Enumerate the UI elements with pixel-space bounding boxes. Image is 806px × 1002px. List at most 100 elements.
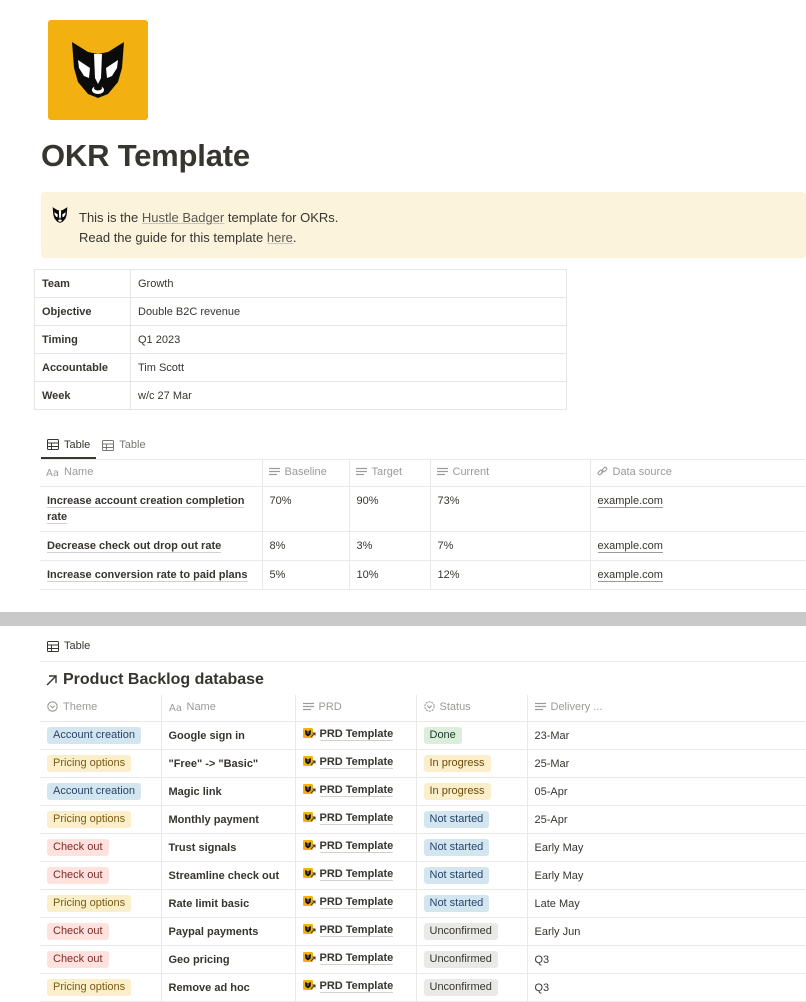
table-row[interactable]: Account creation Magic link PRD Template In… bbox=[40, 777, 806, 806]
page-title[interactable]: OKR Template bbox=[41, 138, 250, 174]
status-cell[interactable]: Unconfirmed bbox=[416, 917, 528, 946]
status-cell[interactable]: Not started bbox=[416, 861, 528, 890]
table-row[interactable]: Check out Geo pricing PRD Template Unconfir… bbox=[40, 945, 806, 974]
column-header[interactable]: Data source bbox=[590, 459, 806, 487]
prd-cell[interactable]: PRD Template bbox=[295, 777, 417, 806]
table-row[interactable]: Check out Paypal payments PRD Template Unco… bbox=[40, 917, 806, 946]
prd-cell[interactable]: PRD Template bbox=[295, 889, 417, 918]
property-value[interactable]: Double B2C revenue bbox=[130, 297, 567, 326]
table-row[interactable]: Account creation Google sign in PRD Templa… bbox=[40, 721, 806, 750]
column-header[interactable]: Target bbox=[349, 459, 431, 487]
table-row[interactable]: Decrease check out drop out rate 8% 3% 7% ex… bbox=[40, 531, 806, 561]
prd-cell[interactable]: PRD Template bbox=[295, 917, 417, 946]
property-value[interactable]: Q1 2023 bbox=[130, 325, 567, 354]
feature-name-cell[interactable]: Trust signals bbox=[161, 833, 296, 862]
status-cell[interactable]: Not started bbox=[416, 889, 528, 918]
theme-cell[interactable]: Check out bbox=[40, 917, 162, 946]
column-header[interactable]: Delivery ... bbox=[527, 695, 806, 722]
delivery-cell[interactable]: 05-Apr bbox=[527, 777, 806, 806]
key-result-name-cell[interactable]: Increase account creation completion rat… bbox=[40, 486, 263, 532]
feature-name-cell[interactable]: Google sign in bbox=[161, 721, 296, 750]
theme-cell[interactable]: Check out bbox=[40, 861, 162, 890]
data-source-cell[interactable]: example.com bbox=[590, 560, 806, 590]
backlog-view-tab[interactable]: Table bbox=[47, 636, 90, 656]
theme-cell[interactable]: Pricing options bbox=[40, 889, 162, 918]
data-source-cell[interactable]: example.com bbox=[590, 486, 806, 532]
table-row[interactable]: Pricing options Monthly payment PRD Templa… bbox=[40, 805, 806, 834]
feature-name-cell[interactable]: Geo pricing bbox=[161, 945, 296, 974]
column-header[interactable]: PRD bbox=[295, 695, 417, 722]
table-row[interactable]: Pricing options Remove ad hoc PRD Template… bbox=[40, 973, 806, 1002]
delivery-cell[interactable]: 23-Mar bbox=[527, 721, 806, 750]
data-source-link[interactable]: example.com bbox=[597, 540, 663, 553]
theme-cell[interactable]: Pricing options bbox=[40, 805, 162, 834]
prd-cell[interactable]: PRD Template bbox=[295, 721, 417, 750]
status-cell[interactable]: Not started bbox=[416, 805, 528, 834]
table-row[interactable]: Pricing options Rate limit basic PRD Templ… bbox=[40, 889, 806, 918]
delivery-cell[interactable]: 25-Mar bbox=[527, 749, 806, 778]
prd-link[interactable]: PRD Template bbox=[302, 839, 394, 853]
status-cell[interactable]: In progress bbox=[416, 749, 528, 778]
delivery-cell[interactable]: Q3 bbox=[527, 945, 806, 974]
column-header[interactable]: Status bbox=[416, 695, 528, 722]
key-result-name-cell[interactable]: Increase conversion rate to paid plans bbox=[40, 560, 263, 590]
feature-name-cell[interactable]: "Free" -> "Basic" bbox=[161, 749, 296, 778]
table-row[interactable]: Check out Streamline check out PRD Templat… bbox=[40, 861, 806, 890]
table-row[interactable]: Check out Trust signals PRD Template Not st… bbox=[40, 833, 806, 862]
key-result-name-cell[interactable]: Decrease check out drop out rate bbox=[40, 531, 263, 561]
target-cell[interactable]: 90% bbox=[349, 486, 431, 532]
property-value[interactable]: Tim Scott bbox=[130, 353, 567, 382]
backlog-database-title[interactable]: Product Backlog database bbox=[45, 671, 264, 689]
prd-cell[interactable]: PRD Template bbox=[295, 805, 417, 834]
feature-name-cell[interactable]: Monthly payment bbox=[161, 805, 296, 834]
theme-cell[interactable]: Account creation bbox=[40, 777, 162, 806]
prd-cell[interactable]: PRD Template bbox=[295, 861, 417, 890]
feature-name-cell[interactable]: Streamline check out bbox=[161, 861, 296, 890]
prd-link[interactable]: PRD Template bbox=[302, 979, 394, 993]
feature-name-cell[interactable]: Magic link bbox=[161, 777, 296, 806]
baseline-cell[interactable]: 5% bbox=[262, 560, 350, 590]
prd-link[interactable]: PRD Template bbox=[302, 951, 394, 965]
delivery-cell[interactable]: Early May bbox=[527, 833, 806, 862]
target-cell[interactable]: 3% bbox=[349, 531, 431, 561]
prd-link[interactable]: PRD Template bbox=[302, 923, 394, 937]
prd-link[interactable]: PRD Template bbox=[302, 895, 394, 909]
column-header[interactable]: Baseline bbox=[262, 459, 350, 487]
property-value[interactable]: Growth bbox=[130, 269, 567, 298]
current-cell[interactable]: 7% bbox=[430, 531, 591, 561]
prd-cell[interactable]: PRD Template bbox=[295, 833, 417, 862]
status-cell[interactable]: Done bbox=[416, 721, 528, 750]
theme-cell[interactable]: Account creation bbox=[40, 721, 162, 750]
target-cell[interactable]: 10% bbox=[349, 560, 431, 590]
column-header[interactable]: Theme bbox=[40, 695, 162, 722]
theme-cell[interactable]: Check out bbox=[40, 833, 162, 862]
view-tab-table-2[interactable]: Table bbox=[96, 432, 151, 458]
table-row[interactable]: Increase conversion rate to paid plans 5%… bbox=[40, 560, 806, 590]
prd-link[interactable]: PRD Template bbox=[302, 867, 394, 881]
prd-link[interactable]: PRD Template bbox=[302, 755, 394, 769]
page-icon-tile[interactable] bbox=[48, 20, 148, 120]
prd-cell[interactable]: PRD Template bbox=[295, 973, 417, 1002]
property-value[interactable]: w/c 27 Mar bbox=[130, 381, 567, 410]
feature-name-cell[interactable]: Paypal payments bbox=[161, 917, 296, 946]
column-header[interactable]: Current bbox=[430, 459, 591, 487]
status-cell[interactable]: In progress bbox=[416, 777, 528, 806]
feature-name-cell[interactable]: Rate limit basic bbox=[161, 889, 296, 918]
prd-link[interactable]: PRD Template bbox=[302, 783, 394, 797]
status-cell[interactable]: Unconfirmed bbox=[416, 945, 528, 974]
prd-cell[interactable]: PRD Template bbox=[295, 945, 417, 974]
column-header[interactable]: Aa Name bbox=[40, 459, 263, 487]
data-source-link[interactable]: example.com bbox=[597, 569, 663, 582]
guide-here-link[interactable]: here bbox=[267, 230, 293, 245]
view-tab-table-1[interactable]: Table bbox=[41, 432, 97, 459]
current-cell[interactable]: 73% bbox=[430, 486, 591, 532]
table-row[interactable]: Increase account creation completion rat… bbox=[40, 486, 806, 532]
prd-link[interactable]: PRD Template bbox=[302, 811, 394, 825]
baseline-cell[interactable]: 70% bbox=[262, 486, 350, 532]
data-source-cell[interactable]: example.com bbox=[590, 531, 806, 561]
current-cell[interactable]: 12% bbox=[430, 560, 591, 590]
hustle-badger-link[interactable]: Hustle Badger bbox=[142, 210, 224, 225]
status-cell[interactable]: Not started bbox=[416, 833, 528, 862]
status-cell[interactable]: Unconfirmed bbox=[416, 973, 528, 1002]
data-source-link[interactable]: example.com bbox=[597, 495, 663, 508]
